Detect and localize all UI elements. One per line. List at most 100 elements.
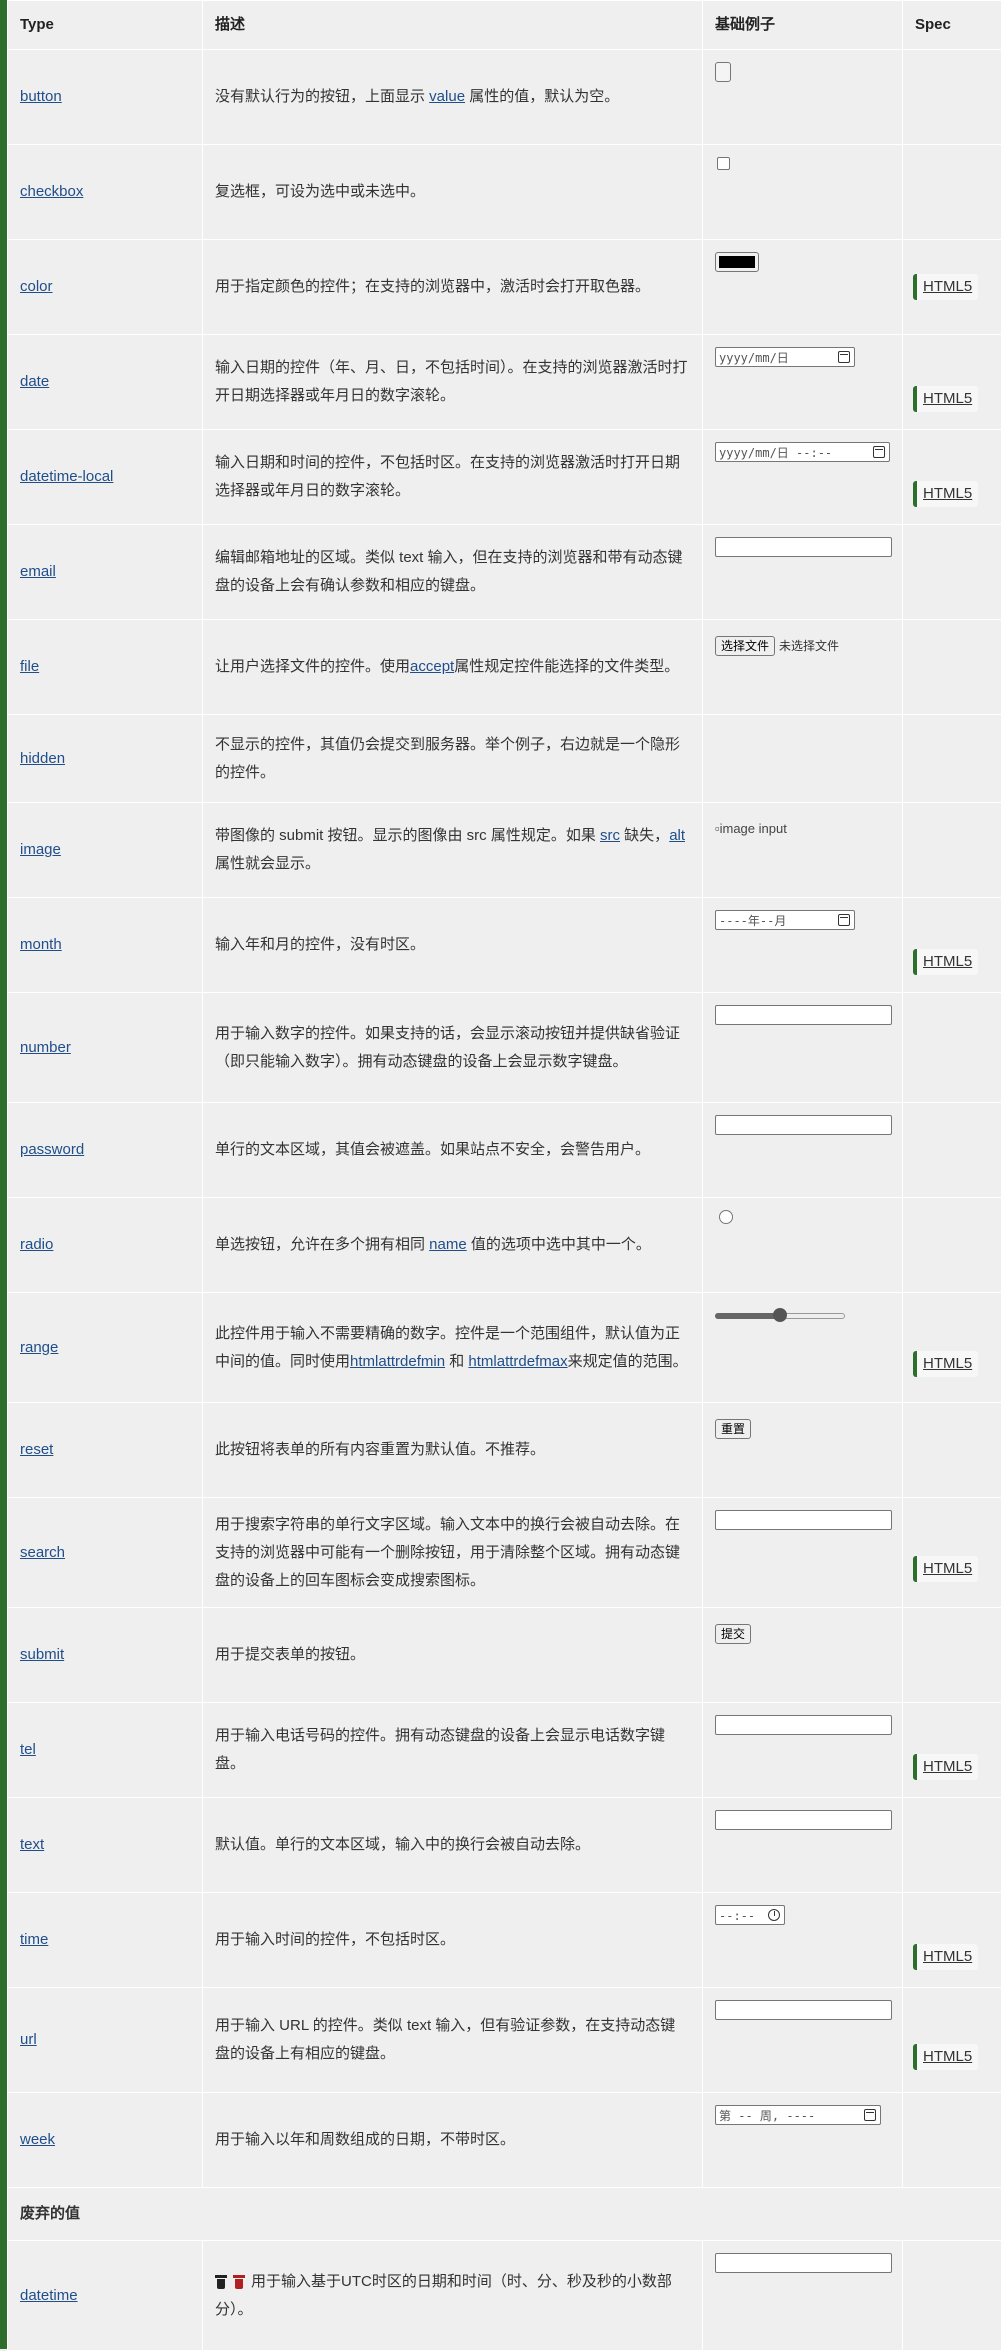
type-link-password[interactable]: password: [20, 1141, 84, 1158]
spec-cell: HTML5: [903, 898, 1001, 993]
type-link-month[interactable]: month: [20, 936, 62, 953]
description-cell: 用于输入数字的控件。如果支持的话，会显示滚动按钮并提供缺省验证（即只能输入数字）…: [203, 993, 703, 1103]
example-reset-button[interactable]: 重置: [715, 1419, 751, 1439]
spec-cell: [903, 1198, 1001, 1293]
spec-cell: HTML5: [903, 430, 1001, 525]
calendar-icon[interactable]: [838, 914, 850, 926]
calendar-icon[interactable]: [838, 351, 850, 363]
type-link-url[interactable]: url: [20, 2031, 37, 2048]
type-link-number[interactable]: number: [20, 1039, 71, 1056]
description-text: 来规定值的范围。: [568, 1353, 688, 1370]
spec-cell: [903, 525, 1001, 620]
example-button[interactable]: [715, 62, 731, 82]
spec-cell: [903, 50, 1001, 145]
spec-badge-html5[interactable]: HTML5: [913, 481, 978, 507]
example-text-input[interactable]: [715, 2000, 892, 2020]
color-swatch: [719, 256, 755, 268]
spec-badge-html5[interactable]: HTML5: [913, 949, 978, 975]
calendar-icon[interactable]: [864, 2109, 876, 2121]
spec-cell: [903, 2093, 1001, 2188]
spec-badge-html5[interactable]: HTML5: [913, 274, 978, 300]
type-link-datetime-local[interactable]: datetime-local: [20, 468, 113, 485]
example-datetime-local-input[interactable]: yyyy/mm/日 --:--: [715, 442, 890, 462]
description-link[interactable]: src: [600, 827, 620, 844]
spec-badge-html5[interactable]: HTML5: [913, 386, 978, 412]
type-link-search[interactable]: search: [20, 1544, 65, 1561]
description-link[interactable]: name: [429, 1236, 467, 1253]
table-row: file让用户选择文件的控件。使用accept属性规定控件能选择的文件类型。选择…: [8, 620, 1001, 715]
type-link-date[interactable]: date: [20, 373, 49, 390]
calendar-icon[interactable]: [873, 446, 885, 458]
description-cell: 编辑邮箱地址的区域。类似 text 输入，但在支持的浏览器和带有动态键盘的设备上…: [203, 525, 703, 620]
example-cell: yyyy/mm/日 --:--: [703, 430, 903, 525]
type-link-checkbox[interactable]: checkbox: [20, 183, 83, 200]
description-cell: 用于输入基于UTC时区的日期和时间（时、分、秒及秒的小数部分）。: [203, 2241, 703, 2351]
type-link-text[interactable]: text: [20, 1836, 44, 1853]
description-text: 输入日期和时间的控件，不包括时区。在支持的浏览器激活时打开日期选择器或年月日的数…: [215, 454, 680, 499]
table-row: image带图像的 submit 按钮。显示的图像由 src 属性规定。如果 s…: [8, 803, 1001, 898]
description-link[interactable]: alt: [669, 827, 685, 844]
type-link-hidden[interactable]: hidden: [20, 750, 65, 767]
type-link-tel[interactable]: tel: [20, 1741, 36, 1758]
example-cell: --:--: [703, 1893, 903, 1988]
type-link-reset[interactable]: reset: [20, 1441, 53, 1458]
description-link[interactable]: value: [429, 88, 465, 105]
example-submit-button[interactable]: 提交: [715, 1624, 751, 1644]
type-link-time[interactable]: time: [20, 1931, 48, 1948]
clock-icon[interactable]: [768, 1909, 780, 1921]
description-cell: 不显示的控件，其值仍会提交到服务器。举个例子，右边就是一个隐形的控件。: [203, 715, 703, 803]
type-link-color[interactable]: color: [20, 278, 53, 295]
example-text-input[interactable]: [715, 1005, 892, 1025]
description-text: 用于搜索字符串的单行文字区域。输入文本中的换行会被自动去除。在支持的浏览器中可能…: [215, 1516, 680, 1589]
example-range-slider[interactable]: [715, 1307, 845, 1323]
spec-badge-html5[interactable]: HTML5: [913, 1556, 978, 1582]
example-week-input[interactable]: 第 -- 周, ----: [715, 2105, 881, 2125]
type-link-file[interactable]: file: [20, 658, 39, 675]
type-link-email[interactable]: email: [20, 563, 56, 580]
example-text-input[interactable]: [715, 537, 892, 557]
example-radio[interactable]: [719, 1210, 733, 1224]
type-cell: range: [8, 1293, 203, 1403]
type-link-radio[interactable]: radio: [20, 1236, 53, 1253]
example-text-input[interactable]: [715, 1115, 892, 1135]
input-types-table: Type 描述 基础例子 Spec button没有默认行为的按钮，上面显示 v…: [7, 0, 1001, 2351]
example-text-input[interactable]: [715, 2253, 892, 2273]
table-row: radio单选按钮，允许在多个拥有相同 name 值的选项中选中其中一个。: [8, 1198, 1001, 1293]
example-time-input[interactable]: --:--: [715, 1905, 785, 1925]
description-text: 单行的文本区域，其值会被遮盖。如果站点不安全，会警告用户。: [215, 1141, 650, 1158]
type-cell: hidden: [8, 715, 203, 803]
example-cell: [703, 145, 903, 240]
description-text: 没有默认行为的按钮，上面显示: [215, 88, 429, 105]
type-link-image[interactable]: image: [20, 841, 61, 858]
spec-badge-html5[interactable]: HTML5: [913, 1944, 978, 1970]
table-row: week用于输入以年和周数组成的日期，不带时区。第 -- 周, ----: [8, 2093, 1001, 2188]
description-link[interactable]: accept: [410, 658, 454, 675]
spec-badge-html5[interactable]: HTML5: [913, 2044, 978, 2070]
type-link-week[interactable]: week: [20, 2131, 55, 2148]
type-link-datetime[interactable]: datetime: [20, 2287, 78, 2304]
spec-cell: [903, 1103, 1001, 1198]
spec-badge-html5[interactable]: HTML5: [913, 1754, 978, 1780]
description-link[interactable]: htmlattrdefmin: [350, 1353, 445, 1370]
spec-badge-html5[interactable]: HTML5: [913, 1351, 978, 1377]
range-thumb[interactable]: [773, 1308, 787, 1322]
description-text: 属性的值，默认为空。: [465, 88, 619, 105]
type-link-button[interactable]: button: [20, 88, 62, 105]
choose-file-button[interactable]: 选择文件: [715, 636, 775, 656]
example-text-input[interactable]: [715, 1715, 892, 1735]
example-file-input[interactable]: 选择文件未选择文件: [715, 632, 890, 660]
type-link-range[interactable]: range: [20, 1339, 58, 1356]
description-text: 和: [445, 1353, 468, 1370]
description-cell: 用于指定颜色的控件；在支持的浏览器中，激活时会打开取色器。: [203, 240, 703, 335]
example-checkbox[interactable]: [717, 157, 730, 170]
type-cell: text: [8, 1798, 203, 1893]
example-text-input[interactable]: [715, 1510, 892, 1530]
example-image-input[interactable]: ▫image input: [715, 815, 890, 843]
example-date-input[interactable]: yyyy/mm/日: [715, 347, 855, 367]
example-text-input[interactable]: [715, 1810, 892, 1830]
description-link[interactable]: htmlattrdefmax: [468, 1353, 567, 1370]
type-link-submit[interactable]: submit: [20, 1646, 64, 1663]
table-row: month输入年和月的控件，没有时区。----年--月HTML5: [8, 898, 1001, 993]
example-color-picker[interactable]: [715, 252, 759, 272]
example-month-input[interactable]: ----年--月: [715, 910, 855, 930]
